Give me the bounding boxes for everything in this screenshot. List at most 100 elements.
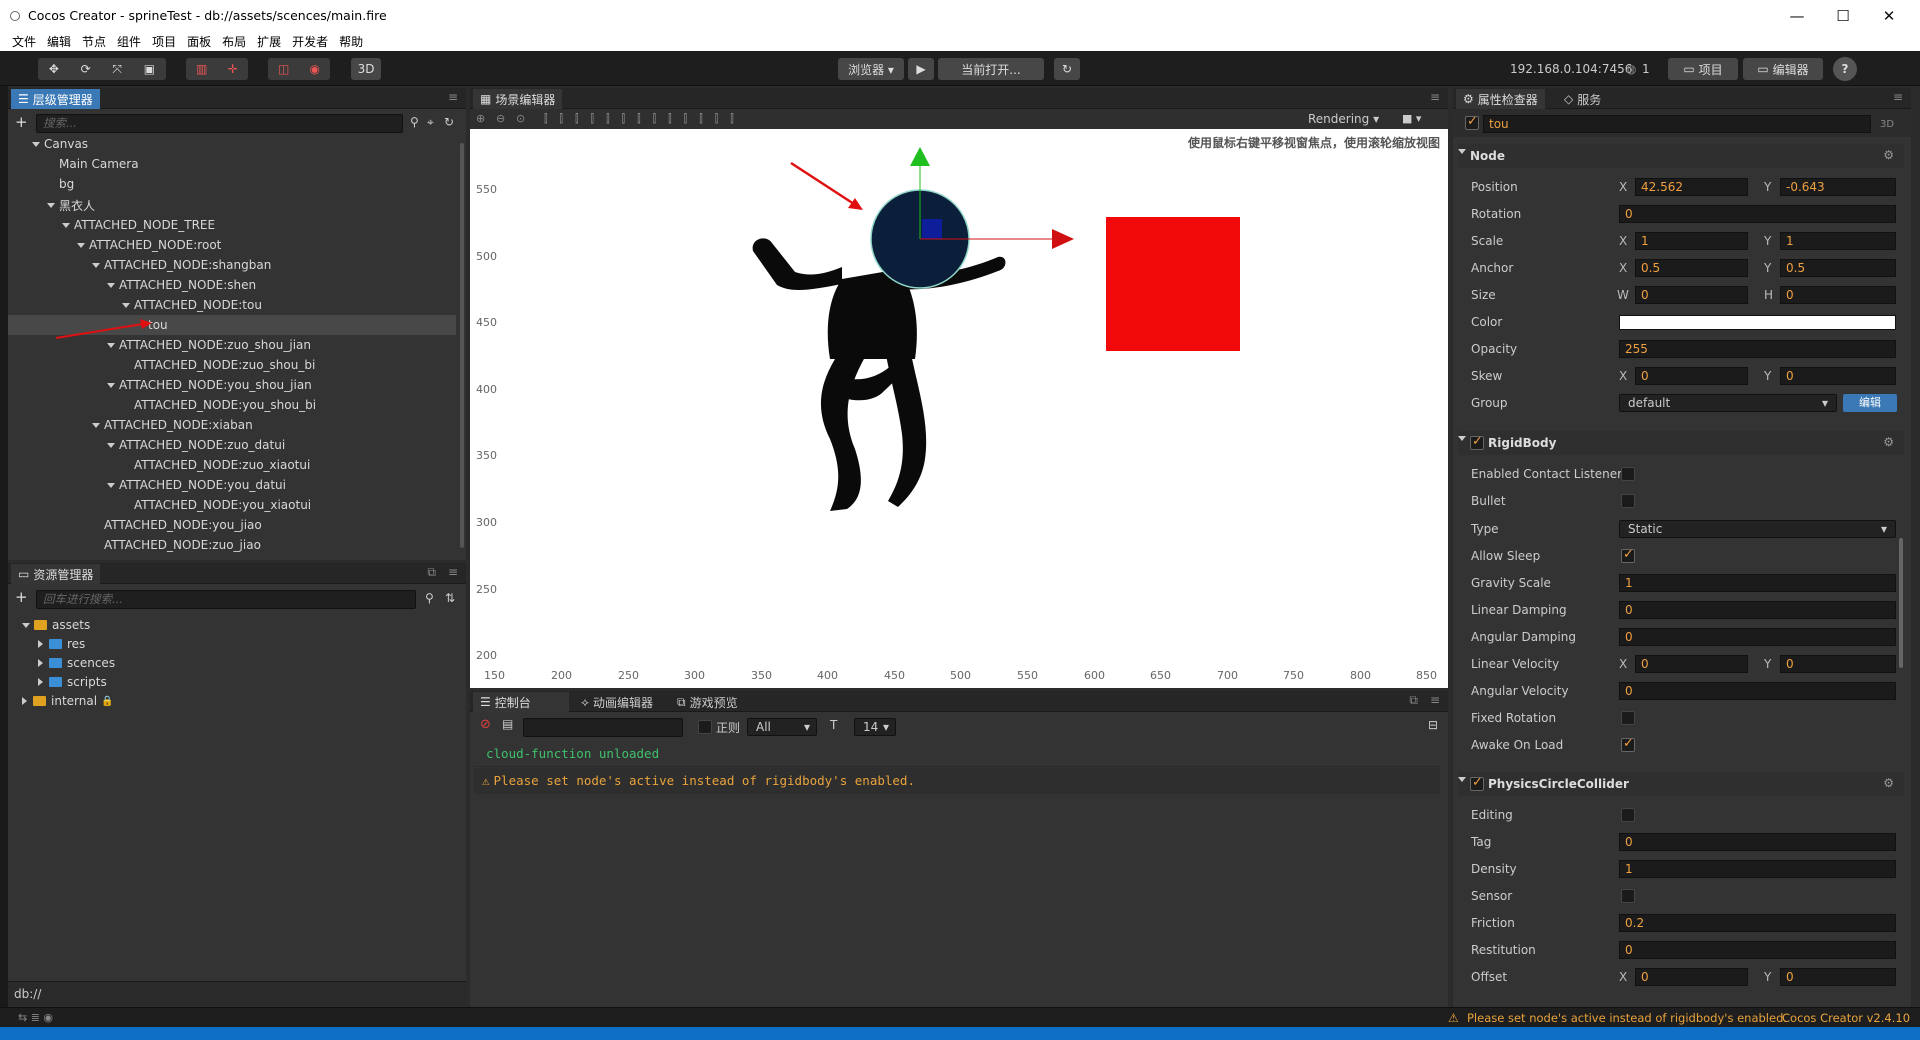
menu-extension[interactable]: 扩展 xyxy=(257,33,281,50)
tree-item-shangban[interactable]: ATTACHED_NODE:shangban xyxy=(8,255,271,275)
skew-x-input[interactable]: 0 xyxy=(1635,367,1748,385)
font-size-select[interactable]: 14 ▾ xyxy=(854,718,896,736)
skew-y-input[interactable]: 0 xyxy=(1780,367,1896,385)
menu-panel[interactable]: 面板 xyxy=(187,33,211,50)
linear-velocity-x-input[interactable]: 0 xyxy=(1635,655,1748,673)
maximize-button[interactable]: ☐ xyxy=(1820,0,1866,31)
menu-file[interactable]: 文件 xyxy=(12,33,36,50)
add-asset-icon[interactable]: + xyxy=(15,588,28,606)
clear-console-icon[interactable]: ⊘ xyxy=(480,717,491,732)
locate-icon[interactable]: ⌖ xyxy=(427,115,434,130)
zoom-reset-icon[interactable]: ⊙ xyxy=(516,112,525,125)
zoom-out-icon[interactable]: ⊖ xyxy=(496,112,505,125)
position-y-input[interactable]: -0.643 xyxy=(1780,178,1896,196)
tree-item-shen[interactable]: ATTACHED_NODE:shen xyxy=(8,275,256,295)
help-icon[interactable]: ? xyxy=(1833,57,1857,81)
tree-item-main-camera[interactable]: Main Camera xyxy=(8,154,139,174)
offset-x-input[interactable]: 0 xyxy=(1635,968,1748,986)
tree-item-root[interactable]: ATTACHED_NODE:root xyxy=(8,235,221,255)
assets-search-input[interactable]: 回车进行搜索... xyxy=(36,590,416,609)
align-icons[interactable]: ⫿⫿⫿⫿⫿⫿⫿⫿⫿⫿⫿⫿⫿ xyxy=(544,112,746,126)
scale-y-input[interactable]: 1 xyxy=(1780,232,1896,250)
rigidbody-section-header[interactable]: RigidBody ⚙ xyxy=(1458,431,1904,455)
tree-item-you-shou-bi[interactable]: ATTACHED_NODE:you_shou_bi xyxy=(8,395,316,415)
friction-input[interactable]: 0.2 xyxy=(1619,914,1896,932)
tree-item-attached-node-tree[interactable]: ATTACHED_NODE_TREE xyxy=(8,215,215,235)
enabled-contact-listener-checkbox[interactable] xyxy=(1621,467,1635,481)
sensor-checkbox[interactable] xyxy=(1621,889,1635,903)
menu-help[interactable]: 帮助 xyxy=(339,33,363,50)
rect-tool-icon[interactable]: ▣ xyxy=(144,62,155,76)
tree-item-you-datui[interactable]: ATTACHED_NODE:you_datui xyxy=(8,475,286,495)
collapse-icon[interactable]: ⊟ xyxy=(1428,718,1438,732)
status-tool-icons[interactable]: ⇆ ≣ ◉ xyxy=(18,1011,53,1024)
refresh-icon[interactable]: ↻ xyxy=(1054,58,1080,80)
asset-scences[interactable]: scences xyxy=(8,653,115,673)
search-icon[interactable]: ⚲ xyxy=(410,115,419,129)
menu-component[interactable]: 组件 xyxy=(117,33,141,50)
asset-res[interactable]: res xyxy=(8,634,85,654)
size-h-input[interactable]: 0 xyxy=(1780,286,1896,304)
red-box-sprite[interactable] xyxy=(1106,217,1240,351)
scale-x-input[interactable]: 1 xyxy=(1635,232,1748,250)
tab-scene[interactable]: ▦ 场景编辑器 xyxy=(473,89,563,109)
bullet-checkbox[interactable] xyxy=(1621,494,1635,508)
tag-input[interactable]: 0 xyxy=(1619,833,1896,851)
tree-item-attached-tou[interactable]: ATTACHED_NODE:tou xyxy=(8,295,262,315)
tree-item-bg[interactable]: bg xyxy=(8,174,74,194)
scale-tool-icon[interactable]: ⤧ xyxy=(112,62,122,77)
collider-enabled-checkbox[interactable] xyxy=(1470,775,1484,791)
log-level-select[interactable]: All ▾ xyxy=(747,718,817,736)
tab-services[interactable]: ◇ 服务 xyxy=(1557,89,1608,109)
panel-menu-icon[interactable]: ≡ xyxy=(448,565,458,579)
local-global-icon[interactable]: ✛ xyxy=(228,62,238,76)
open-log-icon[interactable]: ▤ xyxy=(502,717,513,731)
color-swatch[interactable] xyxy=(1619,315,1896,330)
density-input[interactable]: 1 xyxy=(1619,860,1896,878)
close-button[interactable]: ✕ xyxy=(1866,0,1912,31)
rotate-tool-icon[interactable]: ⟳ xyxy=(81,62,91,76)
menu-project[interactable]: 项目 xyxy=(152,33,176,50)
camera-icon[interactable]: ■ ▾ xyxy=(1402,112,1421,125)
tab-hierarchy[interactable]: ☰ 层级管理器 xyxy=(11,89,100,109)
tree-item-zuo-datui[interactable]: ATTACHED_NODE:zuo_datui xyxy=(8,435,285,455)
hierarchy-search-input[interactable]: 搜索... xyxy=(36,114,403,133)
tab-game-preview[interactable]: ⧉ 游戏预览 xyxy=(670,692,745,712)
popout-icon[interactable]: ⧉ xyxy=(1409,693,1418,708)
group-select[interactable]: default ▾ xyxy=(1619,394,1837,412)
hierarchy-scrollbar[interactable] xyxy=(460,143,464,548)
rigidbody-enabled-checkbox[interactable] xyxy=(1470,434,1484,450)
panel-menu-icon[interactable]: ≡ xyxy=(1893,90,1903,104)
play-icon[interactable]: ▶ xyxy=(908,58,934,80)
editor-button[interactable]: ▭ 编辑器 xyxy=(1743,58,1823,80)
linear-damping-input[interactable]: 0 xyxy=(1619,601,1896,619)
panel-menu-icon[interactable]: ≡ xyxy=(1430,90,1440,104)
fixed-rotation-checkbox[interactable] xyxy=(1621,711,1635,725)
position-x-input[interactable]: 42.562 xyxy=(1635,178,1748,196)
tree-item-zuo-shou-bi[interactable]: ATTACHED_NODE:zuo_shou_bi xyxy=(8,355,315,375)
opacity-input[interactable]: 255 xyxy=(1619,340,1896,358)
preview-target-dropdown[interactable]: 浏览器 ▾ xyxy=(838,58,904,80)
anchor-y-input[interactable]: 0.5 xyxy=(1780,259,1896,277)
sort-icon[interactable]: ⇅ xyxy=(445,591,455,605)
panel-menu-icon[interactable]: ≡ xyxy=(1430,693,1440,707)
tree-item-heiyiren[interactable]: 黑衣人 xyxy=(8,195,95,215)
add-node-icon[interactable]: + xyxy=(15,113,28,131)
tree-item-xiaban[interactable]: ATTACHED_NODE:xiaban xyxy=(8,415,253,435)
tab-console[interactable]: ☰ 控制台 xyxy=(473,692,569,712)
tab-inspector[interactable]: ⚙ 属性检查器 xyxy=(1456,89,1545,109)
editing-checkbox[interactable] xyxy=(1621,808,1635,822)
regex-checkbox[interactable] xyxy=(698,720,712,734)
node-active-checkbox[interactable] xyxy=(1465,114,1479,130)
menu-developer[interactable]: 开发者 xyxy=(292,33,328,50)
size-w-input[interactable]: 0 xyxy=(1635,286,1748,304)
gear-icon[interactable]: ⚙ xyxy=(1883,435,1894,449)
node-section-header[interactable]: Node ⚙ xyxy=(1458,144,1904,168)
move-tool-icon[interactable]: ✥ xyxy=(49,62,59,76)
menu-edit[interactable]: 编辑 xyxy=(47,33,71,50)
gravity-scale-input[interactable]: 1 xyxy=(1619,574,1896,592)
tree-item-you-shou-jian[interactable]: ATTACHED_NODE:you_shou_jian xyxy=(8,375,312,395)
menu-layout[interactable]: 布局 xyxy=(222,33,246,50)
gizmo-y-arrow-icon[interactable] xyxy=(910,147,930,166)
restitution-input[interactable]: 0 xyxy=(1619,941,1896,959)
